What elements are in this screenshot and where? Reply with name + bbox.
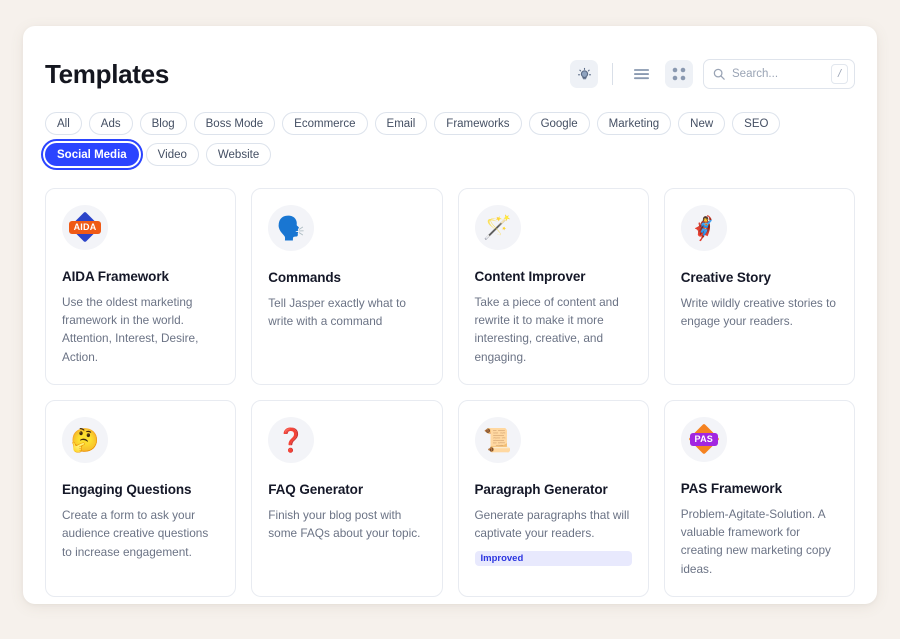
card-description: Create a form to ask your audience creat… (62, 508, 209, 559)
card-icon-wrapper: 🪄 (474, 205, 521, 250)
toolbar-divider (612, 63, 613, 85)
mark-label: AIDA (68, 220, 102, 234)
template-card-grid: AIDA AIDA Framework Use the oldest marketi… (23, 166, 877, 597)
pas-framework-icon: PAS (687, 422, 721, 456)
card-icon-wrapper: 🗣️ (268, 205, 315, 251)
template-card[interactable]: 🦸‍♀️ Creative Story Write wildly creative … (663, 188, 855, 385)
filter-pill-ads[interactable]: Ads (88, 112, 133, 135)
card-title: Creative Story (680, 270, 771, 285)
filter-pill-google[interactable]: Google (528, 112, 590, 135)
lightbulb-icon (577, 67, 591, 79)
superhero-icon: 🦸‍♀️ (689, 214, 719, 241)
ideas-lightbulb-button[interactable] (570, 60, 598, 88)
template-card[interactable]: AIDA AIDA Framework Use the oldest marketi… (45, 188, 237, 385)
search-placeholder: Search... (732, 68, 779, 80)
filter-pill-frameworks[interactable]: Frameworks (434, 112, 522, 135)
card-title: Content Improver (474, 268, 586, 284)
template-card[interactable]: 📜 Paragraph Generator Generate paragraphs … (457, 400, 649, 597)
filter-pill-new[interactable]: New (678, 112, 726, 135)
mark-label: PAS (689, 432, 718, 446)
speaking-head-icon: 🗣️ (276, 214, 306, 241)
card-title: Engaging Questions (62, 482, 192, 497)
card-description: Take a piece of content and rewrite it t… (474, 294, 619, 364)
filter-pill-ecommerce[interactable]: Ecommerce (282, 112, 368, 135)
header: Templates Search... / (23, 26, 877, 98)
grid-view-button[interactable] (665, 60, 693, 88)
card-title: Paragraph Generator (474, 482, 608, 497)
magic-wand-icon: 🪄 (483, 213, 512, 240)
card-icon-wrapper: 📜 (474, 417, 521, 463)
card-description: Problem-Agitate-Solution. A valuable fra… (680, 506, 831, 576)
filter-pill-blog[interactable]: Blog (139, 112, 187, 135)
card-description: Use the oldest marketing framework in th… (62, 294, 199, 364)
aida-framework-icon: AIDA (68, 210, 102, 244)
card-description: Tell Jasper exactly what to write with a… (268, 296, 406, 329)
grid-view-icon (672, 67, 686, 81)
card-description: Generate paragraphs that will captivate … (474, 508, 630, 541)
card-icon-wrapper: 🦸‍♀️ (680, 205, 727, 251)
list-view-button[interactable] (627, 60, 655, 88)
filter-pill-boss-mode[interactable]: Boss Mode (193, 112, 276, 135)
filter-pill-marketing[interactable]: Marketing (596, 112, 672, 135)
question-mark-icon: ❓ (276, 426, 306, 453)
card-title: FAQ Generator (268, 482, 363, 497)
template-card[interactable]: 🗣️ Commands Tell Jasper exactly what to wr… (251, 188, 443, 385)
filter-pill-row: All Ads Blog Boss Mode Ecommerce Email Framewo… (23, 98, 813, 166)
list-view-icon (633, 68, 649, 79)
filter-pill-email[interactable]: Email (374, 112, 428, 135)
search-shortcut-key: / (831, 64, 848, 84)
filter-pill-all[interactable]: All (45, 112, 82, 135)
thinking-face-icon: 🤔 (70, 426, 100, 453)
templates-panel: Templates Search... / All Ads Blog Boss … (23, 26, 877, 604)
card-description: Write wildly creative stories to engage … (680, 296, 836, 329)
filter-pill-video[interactable]: Video (145, 143, 199, 166)
search-icon (713, 68, 725, 80)
scroll-icon: 📜 (483, 426, 512, 453)
template-card[interactable]: 🤔 Engaging Questions Create a form to ask … (45, 400, 237, 597)
card-icon-wrapper: 🤔 (62, 417, 108, 463)
filter-pill-social-media[interactable]: Social Media (45, 143, 139, 166)
search-input[interactable]: Search... / (703, 59, 855, 89)
card-icon-wrapper: AIDA (62, 205, 108, 250)
status-badge: Improved (474, 550, 632, 566)
card-title: AIDA Framework (62, 268, 169, 284)
card-icon-wrapper: ❓ (268, 417, 315, 463)
header-toolbar: Search... / (570, 59, 855, 89)
filter-pill-seo[interactable]: SEO (732, 112, 781, 135)
card-title: Commands (268, 270, 341, 285)
filter-pill-website[interactable]: Website (205, 143, 272, 166)
card-title: PAS Framework (680, 480, 782, 496)
template-card[interactable]: 🪄 Content Improver Take a piece of content… (457, 188, 649, 385)
card-description: Finish your blog post with some FAQs abo… (268, 508, 421, 541)
card-icon-wrapper: PAS (680, 417, 727, 462)
page-title: Templates (45, 58, 169, 89)
template-card[interactable]: PAS PAS Framework Problem-Agitate-Solution… (663, 400, 855, 597)
template-card[interactable]: ❓ FAQ Generator Finish your blog post with… (251, 400, 443, 597)
